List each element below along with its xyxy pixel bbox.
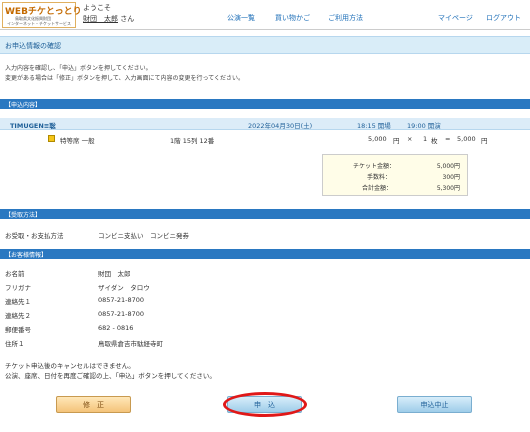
field-postal-label: 郵便番号 — [5, 326, 31, 334]
note-line-2: 公演、座席、日付を再度ご確認の上、「申込」ボタンを押してください。 — [5, 372, 216, 380]
event-start: 19:00 開演 — [407, 122, 441, 130]
user-suffix: さん — [120, 15, 135, 23]
ticket-amount-label: チケット金額： — [353, 163, 396, 170]
page-title: お申込情報の確認 — [5, 42, 61, 50]
field-name-label: お名前 — [5, 270, 25, 278]
fee-value: 300円 — [442, 174, 460, 181]
fee-label: 手数料： — [367, 174, 392, 181]
ticket-qty: 1 — [423, 135, 428, 143]
nav-mypage[interactable]: マイページ — [438, 13, 473, 23]
ticket-amount-value: 5,000円 — [436, 163, 460, 170]
field-address-label: 住所１ — [5, 340, 25, 348]
total-label: 合計金額： — [362, 185, 393, 192]
section-receive-title: 【受取方法】 — [5, 212, 42, 219]
subtotal-yen: 円 — [481, 137, 488, 145]
equals-sign: = — [445, 135, 451, 143]
receive-method-value: コンビニ支払い コンビニ発券 — [98, 232, 189, 240]
event-row: TIMUGEN≡聡 2022年04月30日(土) 18:15 開場 19:00 … — [0, 118, 530, 130]
total-value: 5,300円 — [436, 185, 460, 192]
seat-color-marker — [48, 135, 55, 142]
section-customer-header: 【お客様情報】 — [0, 249, 530, 259]
welcome-text: ようこそ — [83, 4, 111, 12]
user-name[interactable]: 財団 太郎 — [83, 15, 118, 23]
section-receive-header: 【受取方法】 — [0, 209, 530, 219]
fix-button[interactable]: 修 正 — [56, 396, 131, 413]
field-kana-value: ザイダン タロウ — [98, 284, 150, 292]
nav-guide[interactable]: ご利用方法 — [328, 13, 363, 23]
user-greeting: 財団 太郎 さん — [83, 14, 134, 24]
seat-type: 特等席 一般 — [60, 137, 95, 145]
qty-unit: 枚 — [431, 137, 438, 145]
event-open: 18:15 開場 — [357, 122, 391, 130]
field-address-value: 鳥取県倉吉市駄経寺町 — [98, 340, 163, 348]
highlight-oval — [223, 392, 307, 417]
field-phone1-label: 連絡先１ — [5, 298, 31, 306]
field-postal-value: 682 - 0816 — [98, 324, 134, 332]
field-phone2-value: 0857-21-8700 — [98, 310, 145, 318]
field-phone1-value: 0857-21-8700 — [98, 296, 145, 304]
seat-location: 1階 15列 12番 — [170, 137, 215, 145]
nav-cart[interactable]: 買い物かご — [275, 13, 310, 23]
header: WEBチケとっとり 鳥取県文化振興財団 インターネット・チケットサービス ようこ… — [0, 0, 530, 30]
fee-summary-box: チケット金額： 5,000円 手数料： 300円 合計金額： 5,300円 — [322, 154, 468, 196]
site-logo[interactable]: WEBチケとっとり 鳥取県文化振興財団 インターネット・チケットサービス — [2, 2, 82, 28]
receive-method-label: お受取・お支払方法 — [5, 232, 64, 240]
section-customer-title: 【お客様情報】 — [5, 252, 48, 259]
nav-logout[interactable]: ログアウト — [486, 13, 521, 23]
unit-price-yen: 円 — [393, 137, 400, 145]
field-phone2-label: 連絡先２ — [5, 312, 31, 320]
section-order-title: 【申込内容】 — [5, 102, 42, 109]
unit-price: 5,000 — [368, 135, 387, 143]
cancel-application-button[interactable]: 申込中止 — [397, 396, 472, 413]
field-name-value: 財団 太郎 — [98, 270, 131, 278]
section-order-header: 【申込内容】 — [0, 99, 530, 109]
note-line-1: チケット申込後のキャンセルはできません。 — [5, 362, 135, 370]
instruction-line-1: 入力内容を確認し、「申込」ボタンを押してください。 — [5, 65, 152, 72]
logo-tagline: インターネット・チケットサービス — [7, 21, 71, 26]
times-sign: × — [407, 135, 413, 143]
event-name: TIMUGEN≡聡 — [10, 122, 56, 130]
event-date: 2022年04月30日(土) — [248, 122, 313, 130]
instruction-line-2: 変更がある場合は「修正」ボタンを押して、入力画面にて内容の変更を行ってください。 — [5, 75, 245, 82]
field-kana-label: フリガナ — [5, 284, 31, 292]
page-title-bar: お申込情報の確認 — [0, 36, 530, 54]
subtotal: 5,000 — [457, 135, 476, 143]
nav-performances[interactable]: 公演一覧 — [227, 13, 255, 23]
